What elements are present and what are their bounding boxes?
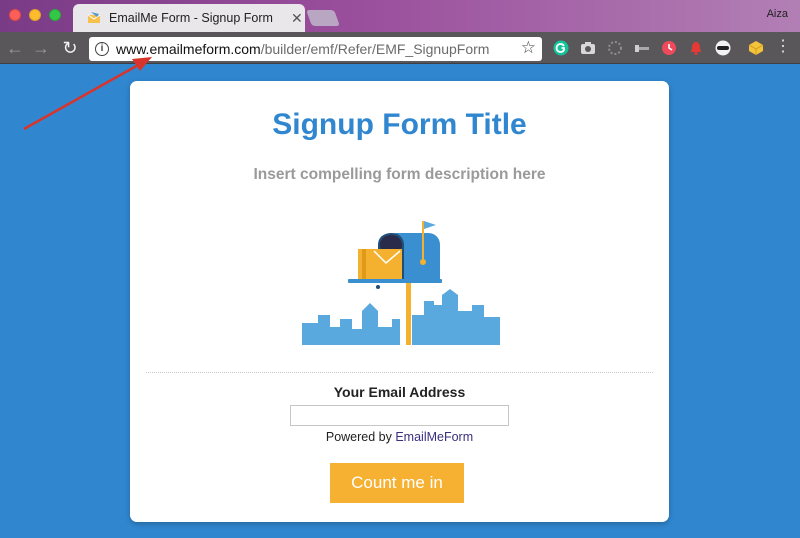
url-text[interactable]: www.emailmeform.com/builder/emf/Refer/EM… bbox=[116, 41, 489, 57]
tab-close-icon[interactable]: ✕ bbox=[291, 11, 303, 25]
count-me-in-button[interactable]: Count me in bbox=[330, 463, 464, 503]
address-bar[interactable]: i www.emailmeform.com/builder/emf/Refer/… bbox=[89, 37, 542, 61]
browser-tab-active[interactable]: EmailMe Form - Signup Form ✕ bbox=[73, 4, 305, 32]
window-minimize-button[interactable] bbox=[29, 9, 41, 21]
window-maximize-button[interactable] bbox=[49, 9, 61, 21]
email-field[interactable] bbox=[290, 405, 509, 426]
browser-menu-icon[interactable]: ⋮ bbox=[775, 39, 791, 55]
clock-icon[interactable] bbox=[661, 40, 677, 56]
key-icon[interactable] bbox=[634, 40, 650, 56]
new-tab-button[interactable] bbox=[306, 10, 340, 26]
loading-icon[interactable] bbox=[607, 40, 623, 56]
powered-by-text: Powered by EmailMeForm bbox=[130, 430, 669, 444]
mask-icon[interactable] bbox=[715, 40, 731, 56]
grammarly-icon[interactable] bbox=[553, 40, 569, 56]
form-description: Insert compelling form description here bbox=[253, 166, 546, 183]
form-title: Signup Form Title bbox=[272, 108, 527, 141]
tab-title: EmailMe Form - Signup Form bbox=[109, 11, 273, 25]
email-field-label: Your Email Address bbox=[333, 384, 466, 400]
camera-icon[interactable] bbox=[580, 40, 596, 56]
window-close-button[interactable] bbox=[9, 9, 21, 21]
profile-name[interactable]: Aiza bbox=[767, 8, 788, 20]
forward-arrow-icon[interactable]: → bbox=[31, 38, 51, 58]
back-arrow-icon[interactable]: ← bbox=[5, 38, 25, 58]
box-icon[interactable] bbox=[748, 40, 764, 56]
form-divider bbox=[146, 372, 653, 373]
signup-form-card: Signup Form Title Insert compelling form… bbox=[130, 81, 669, 522]
reload-icon[interactable]: ↻ bbox=[60, 38, 80, 58]
window-titlebar: EmailMe Form - Signup Form ✕ Aiza bbox=[0, 0, 800, 32]
bookmark-star-icon[interactable]: ☆ bbox=[521, 38, 536, 58]
url-path: /builder/emf/Refer/EMF_SignupForm bbox=[260, 41, 490, 57]
info-icon[interactable]: i bbox=[95, 42, 109, 56]
emailmeform-favicon-icon bbox=[87, 11, 101, 25]
powered-by-prefix: Powered by bbox=[325, 430, 396, 444]
mailbox-illustration bbox=[302, 221, 500, 345]
url-host: www.emailmeform.com bbox=[116, 41, 261, 57]
browser-toolbar: ← → ↻ i www.emailmeform.com/builder/emf/… bbox=[0, 32, 800, 64]
emailmeform-link[interactable]: EmailMeForm bbox=[395, 430, 473, 444]
bell-icon[interactable] bbox=[688, 40, 704, 56]
